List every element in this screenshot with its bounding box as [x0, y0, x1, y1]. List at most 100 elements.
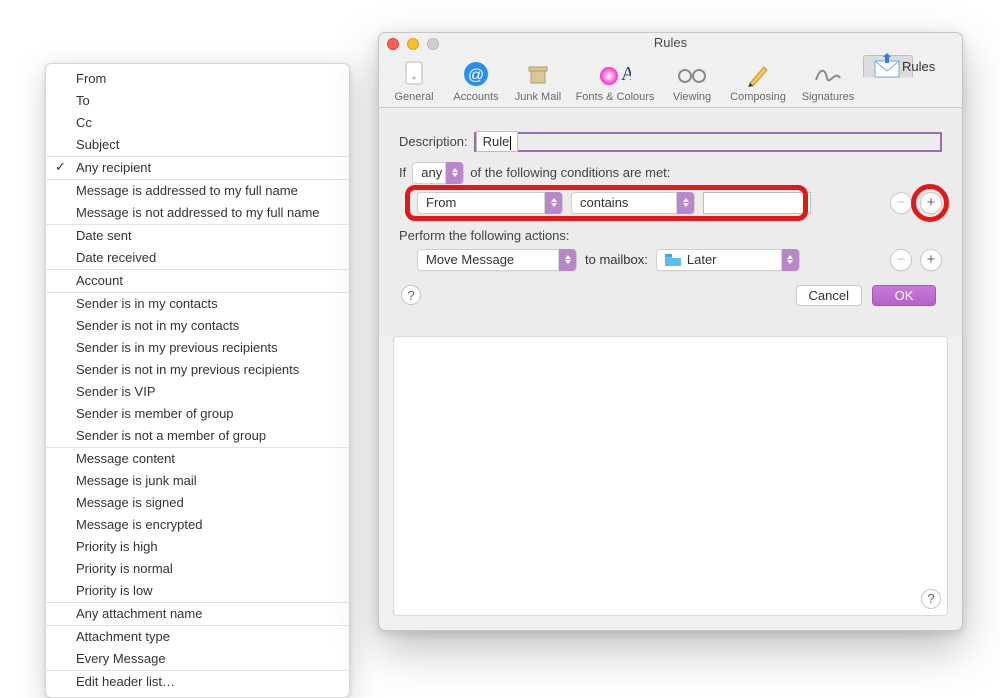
ok-button[interactable]: OK — [872, 285, 936, 306]
menu-item-label: Date received — [76, 250, 156, 265]
folder-icon — [665, 253, 681, 266]
menu-item[interactable]: Account — [46, 270, 349, 292]
menu-item[interactable]: Sender is VIP — [46, 381, 349, 403]
menu-item-label: Any recipient — [76, 160, 151, 175]
description-highlight: Rule — [474, 132, 942, 152]
description-input[interactable]: Rule — [476, 131, 519, 152]
menu-item-label: To — [76, 93, 90, 108]
menu-item-label: Any attachment name — [76, 606, 202, 621]
pencil-icon — [740, 59, 776, 89]
description-label: Description: — [399, 134, 468, 149]
menu-item-label: Sender is not a member of group — [76, 428, 266, 443]
menu-item-label: Message is signed — [76, 495, 184, 510]
panel-help-button[interactable]: ? — [921, 589, 941, 609]
menu-item[interactable]: Sender is in my contacts — [46, 293, 349, 315]
condition-value-input[interactable] — [703, 192, 811, 214]
tab-label: Rules — [902, 59, 935, 74]
if-label: If — [399, 165, 406, 180]
minimize-window-button[interactable] — [407, 38, 419, 50]
actions-label: Perform the following actions: — [399, 228, 942, 243]
tab-accounts[interactable]: @ Accounts — [445, 55, 507, 107]
menu-item[interactable]: Sender is not a member of group — [46, 425, 349, 447]
menu-item[interactable]: Priority is low — [46, 580, 349, 602]
menu-item[interactable]: Message is junk mail — [46, 470, 349, 492]
menu-item[interactable]: Any attachment name — [46, 603, 349, 625]
menu-item[interactable]: From — [46, 68, 349, 90]
fonts-colours-icon: A — [597, 59, 633, 89]
chevron-up-down-icon — [558, 249, 576, 271]
action-verb-select[interactable]: Move Message — [417, 249, 577, 271]
menu-item[interactable]: Date sent — [46, 225, 349, 247]
menu-item[interactable]: Priority is normal — [46, 558, 349, 580]
menu-item[interactable]: Subject — [46, 134, 349, 156]
menu-item[interactable]: ✓ Any recipient — [46, 157, 349, 179]
rules-preferences-window: Rules General @ Accounts Junk Mail — [378, 32, 963, 631]
close-window-button[interactable] — [387, 38, 399, 50]
menu-item[interactable]: Date received — [46, 247, 349, 269]
menu-item-label: Message content — [76, 451, 175, 466]
condition-operator-value: contains — [580, 195, 628, 210]
tab-label: Viewing — [661, 91, 723, 103]
tab-composing[interactable]: Composing — [723, 55, 793, 107]
tab-fonts-colours[interactable]: A Fonts & Colours — [569, 55, 661, 107]
rules-list-area: ? — [393, 336, 948, 616]
menu-item-label: Account — [76, 273, 123, 288]
tab-label: Composing — [723, 91, 793, 103]
tab-junk-mail[interactable]: Junk Mail — [507, 55, 569, 107]
menu-item[interactable]: Message is signed — [46, 492, 349, 514]
menu-item-label: Message is encrypted — [76, 517, 202, 532]
tab-label: Junk Mail — [507, 91, 569, 103]
menu-item[interactable]: Message is encrypted — [46, 514, 349, 536]
help-button[interactable]: ? — [401, 285, 421, 305]
menu-item[interactable]: To — [46, 90, 349, 112]
menu-item-label: Edit header list… — [76, 674, 175, 689]
add-condition-button[interactable]: + — [920, 192, 942, 214]
match-scope-select[interactable]: any — [412, 162, 464, 184]
menu-item-label: Sender is in my contacts — [76, 296, 218, 311]
action-mailbox-select[interactable]: Later — [656, 249, 800, 271]
tab-rules[interactable]: Rules — [863, 55, 913, 77]
condition-operator-select[interactable]: contains — [571, 192, 695, 214]
condition-field-value: From — [426, 195, 456, 210]
tab-label: Fonts & Colours — [569, 91, 661, 103]
menu-item-label: Message is junk mail — [76, 473, 197, 488]
menu-item[interactable]: Message is not addressed to my full name — [46, 202, 349, 224]
condition-row: From contains − + — [399, 192, 942, 214]
menu-item[interactable]: Sender is not in my previous recipients — [46, 359, 349, 381]
menu-item[interactable]: Sender is in my previous recipients — [46, 337, 349, 359]
menu-item[interactable]: Message is addressed to my full name — [46, 180, 349, 202]
window-traffic-lights — [387, 38, 439, 50]
menu-item[interactable]: Attachment type — [46, 626, 349, 648]
tab-viewing[interactable]: Viewing — [661, 55, 723, 107]
tab-general[interactable]: General — [383, 55, 445, 107]
menu-item[interactable]: Cc — [46, 112, 349, 134]
tab-signatures[interactable]: Signatures — [793, 55, 863, 107]
menu-item-label: Priority is high — [76, 539, 158, 554]
menu-item-label: Sender is not in my contacts — [76, 318, 239, 333]
text-caret-icon — [510, 136, 511, 150]
cancel-button[interactable]: Cancel — [796, 285, 862, 306]
checkmark-icon: ✓ — [55, 158, 66, 176]
menu-item-label: Sender is in my previous recipients — [76, 340, 278, 355]
trash-icon — [520, 59, 556, 89]
menu-item[interactable]: Priority is high — [46, 536, 349, 558]
match-scope-suffix: of the following conditions are met: — [470, 165, 670, 180]
chevron-up-down-icon — [676, 192, 694, 214]
signature-icon — [810, 59, 846, 89]
menu-item[interactable]: Every Message — [46, 648, 349, 670]
to-mailbox-label: to mailbox: — [585, 252, 648, 267]
zoom-window-button[interactable] — [427, 38, 439, 50]
chevron-up-down-icon — [781, 249, 799, 271]
preferences-toolbar: General @ Accounts Junk Mail A Fonts & C… — [379, 53, 962, 108]
action-row: Move Message to mailbox: Later − + — [399, 249, 942, 271]
menu-item[interactable]: Sender is not in my contacts — [46, 315, 349, 337]
menu-item-label: Sender is VIP — [76, 384, 156, 399]
add-action-button[interactable]: + — [920, 249, 942, 271]
remove-action-button[interactable]: − — [890, 249, 912, 271]
condition-field-select[interactable]: From — [417, 192, 563, 214]
menu-item[interactable]: Edit header list… — [46, 671, 349, 693]
menu-item[interactable]: Message content — [46, 448, 349, 470]
remove-condition-button[interactable]: − — [890, 192, 912, 214]
rules-icon — [872, 51, 902, 81]
menu-item[interactable]: Sender is member of group — [46, 403, 349, 425]
